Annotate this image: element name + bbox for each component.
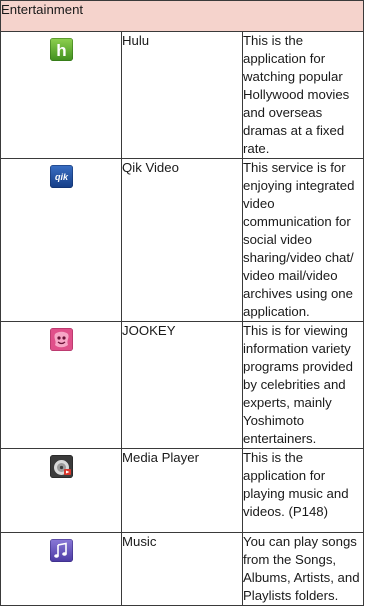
entertainment-apps-table: Entertainment h Hulu This is the applica… [0,0,364,606]
icon-cell: qik [0,158,122,322]
app-description: This service is for enjoying integrated … [242,158,364,322]
table-row: h Hulu This is the application for watch… [0,31,364,159]
jookey-icon [49,328,73,351]
hulu-icon: h [49,38,73,61]
icon-cell: h [0,31,122,159]
section-header: Entertainment [0,0,364,32]
app-name: Qik Video [121,158,243,322]
table-row: qik Qik Video This service is for enjoyi… [0,158,364,322]
icon-cell [0,321,122,449]
app-name: JOOKEY [121,321,243,449]
app-description: This is the application for playing musi… [242,448,364,533]
app-description: You can play songs from the Songs, Album… [242,532,364,606]
table-row: Music You can play songs from the Songs,… [0,532,364,606]
icon-cell [0,532,122,606]
qik-video-icon: qik [49,165,73,188]
app-name: Music [121,532,243,606]
hulu-icon-letter: h [56,41,66,60]
app-description: This is the application for watching pop… [242,31,364,159]
table-row: JOOKEY This is for viewing information v… [0,321,364,449]
music-icon [49,539,73,562]
app-name: Media Player [121,448,243,533]
icon-cell [0,448,122,533]
app-name: Hulu [121,31,243,159]
qik-icon-text: qik [54,172,68,182]
app-description: This is for viewing information variety … [242,321,364,449]
table-row: Media Player This is the application for… [0,448,364,533]
media-player-icon [49,455,73,478]
